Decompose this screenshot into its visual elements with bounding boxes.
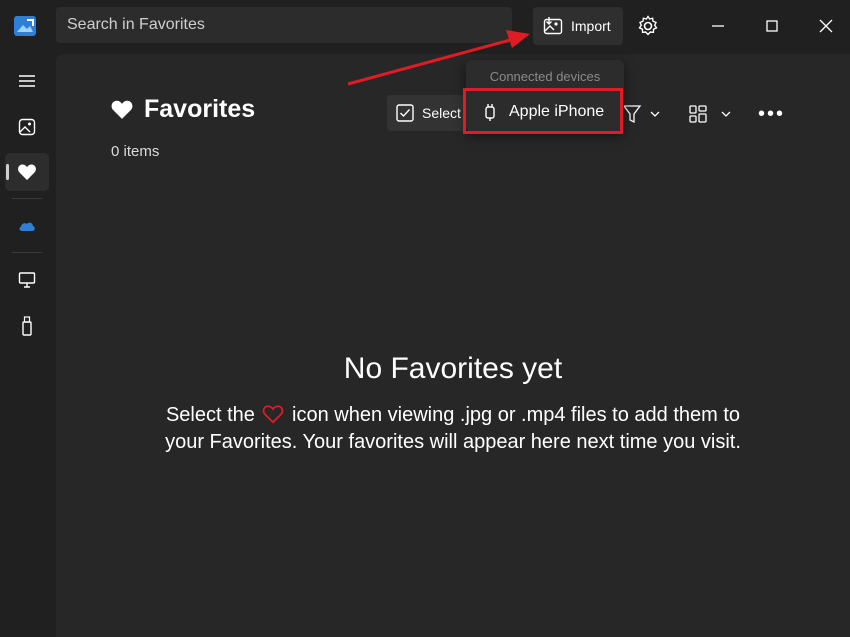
import-label: Import <box>571 18 611 34</box>
empty-desc-after: icon when viewing .jpg or .mp4 files to … <box>292 404 741 426</box>
empty-state-title: No Favorites yet <box>343 352 563 385</box>
empty-desc-before: Select the <box>165 404 255 426</box>
heart-outline-icon <box>263 405 284 424</box>
sidebar-item-onedrive[interactable] <box>5 207 49 245</box>
view-options-button[interactable] <box>688 102 736 126</box>
title-bar: Search in Favorites Import <box>0 0 850 52</box>
gallery-icon <box>18 118 36 136</box>
sidebar-item-usb[interactable] <box>5 307 49 345</box>
heart-icon <box>111 100 133 119</box>
sidebar-divider <box>12 252 42 253</box>
sidebar-divider <box>12 198 42 199</box>
photos-app-icon <box>14 16 36 36</box>
close-icon[interactable] <box>814 14 838 38</box>
grid-view-icon <box>689 105 707 123</box>
filter-icon <box>622 105 642 124</box>
monitor-icon <box>18 272 36 288</box>
minimize-icon[interactable] <box>706 14 730 38</box>
sidebar-item-gallery[interactable] <box>5 108 49 146</box>
maximize-icon[interactable] <box>760 14 784 38</box>
more-options-icon[interactable]: ••• <box>758 103 784 125</box>
import-button[interactable]: Import <box>533 7 623 45</box>
dropdown-header: Connected devices <box>489 69 601 84</box>
select-button[interactable]: Select <box>387 95 467 131</box>
page-title: Favorites <box>110 95 255 124</box>
annotation-highlight-box <box>463 88 623 134</box>
gear-icon[interactable] <box>636 14 660 38</box>
filter-button[interactable] <box>622 102 666 126</box>
search-input[interactable]: Search in Favorites <box>56 7 512 43</box>
cloud-icon <box>19 222 35 231</box>
sidebar-item-this-pc[interactable] <box>5 261 49 299</box>
empty-state-description: Select the icon when viewing .jpg or .mp… <box>56 402 850 456</box>
sidebar-item-menu[interactable] <box>5 62 49 100</box>
usb-icon <box>22 316 32 336</box>
page-title-label: Favorites <box>144 95 256 123</box>
sidebar-item-favorites[interactable] <box>5 153 49 191</box>
hamburger-icon <box>19 75 35 87</box>
select-label: Select <box>422 105 461 121</box>
checkbox-icon <box>396 104 414 122</box>
chevron-down-icon <box>721 111 731 117</box>
heart-icon <box>18 164 36 180</box>
items-count: 0 items <box>111 143 160 160</box>
main-panel <box>56 54 850 637</box>
active-indicator <box>6 164 9 180</box>
sidebar <box>0 52 54 637</box>
chevron-down-icon <box>650 111 660 117</box>
empty-desc-line2: your Favorites. Your favorites will appe… <box>165 431 741 453</box>
import-icon <box>543 17 563 35</box>
